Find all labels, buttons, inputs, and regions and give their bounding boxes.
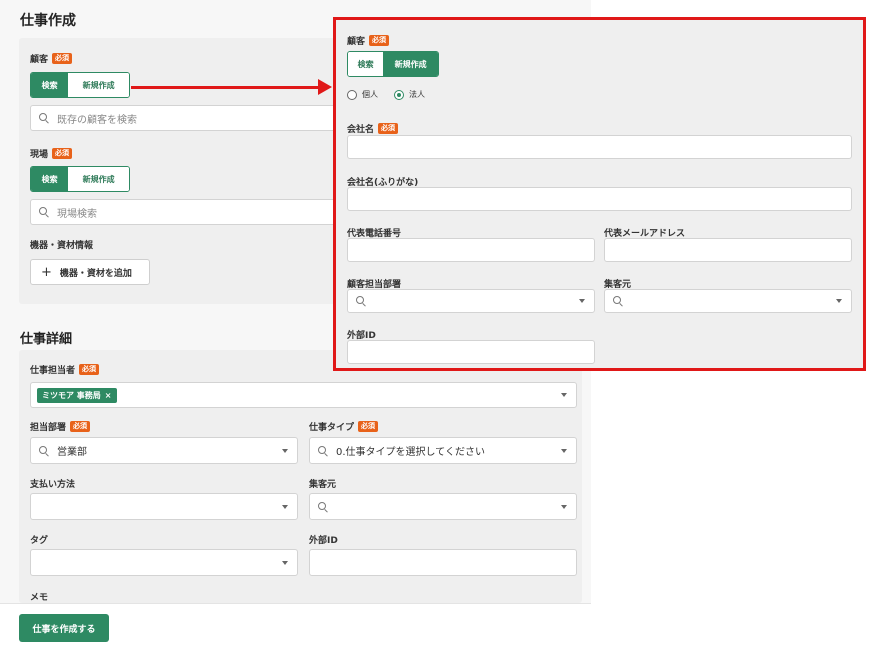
required-badge: 必須	[378, 123, 399, 134]
customer-mode-toggle: 検索 新規作成	[30, 72, 130, 98]
job-type-select[interactable]: 0.仕事タイプを選択してください	[309, 437, 577, 464]
add-equipment-label: 機器・資材を追加	[59, 268, 132, 279]
zoom-customer-label-row: 顧客 必須	[347, 34, 390, 47]
external-id-label: 外部ID	[309, 536, 338, 546]
customer-search-tab[interactable]: 検索	[31, 73, 69, 97]
zoom-external-id-input[interactable]	[347, 340, 595, 364]
customer-label: 顧客	[30, 55, 49, 65]
job-details-title: 仕事詳細	[20, 332, 73, 347]
radio-unchecked-icon[interactable]	[347, 89, 357, 100]
phone-input[interactable]	[347, 238, 595, 262]
radio-corporate-label: 法人	[409, 90, 425, 99]
assignee-chip[interactable]: ミツモア 事務局 ×	[37, 387, 117, 403]
search-icon	[318, 501, 328, 512]
chip-remove-icon[interactable]: ×	[105, 391, 112, 400]
payment-select[interactable]	[30, 493, 298, 520]
department-value: 営業部	[57, 447, 87, 458]
company-kana-input[interactable]	[347, 187, 852, 211]
assignee-label: 仕事担当者	[30, 366, 76, 376]
radio-checked-icon[interactable]	[394, 89, 404, 100]
payment-label: 支払い方法	[30, 480, 76, 490]
search-icon	[318, 445, 328, 456]
callout-arrow-head	[318, 79, 332, 95]
zoom-customer-mode-toggle: 検索 新規作成	[347, 51, 439, 77]
chevron-down-icon[interactable]	[561, 448, 567, 453]
search-icon	[356, 296, 366, 306]
required-badge: 必須	[52, 148, 73, 159]
plus-icon: +	[41, 264, 52, 280]
customer-search-placeholder: 既存の顧客を検索	[57, 114, 137, 126]
add-equipment-button[interactable]: + 機器・資材を追加	[30, 259, 150, 285]
page-title: 仕事作成	[20, 13, 76, 29]
assignee-label-row: 仕事担当者 必須	[30, 363, 100, 376]
chevron-down-icon[interactable]	[836, 299, 842, 303]
radio-individual[interactable]: 個人	[347, 89, 378, 100]
required-badge: 必須	[79, 364, 100, 375]
site-label-row: 現場 必須	[30, 147, 73, 160]
search-icon	[39, 113, 49, 123]
search-icon	[39, 207, 49, 217]
company-name-label-row: 会社名 必須	[347, 122, 399, 135]
required-badge: 必須	[70, 421, 91, 432]
customer-department-select[interactable]	[347, 289, 595, 313]
department-label: 担当部署	[30, 423, 67, 433]
tag-label: タグ	[30, 536, 49, 546]
company-name-input[interactable]	[347, 135, 852, 159]
job-type-value: 0.仕事タイプを選択してください	[336, 447, 485, 458]
zoom-search-tab[interactable]: 検索	[348, 52, 384, 76]
chevron-down-icon[interactable]	[282, 504, 288, 509]
radio-corporate[interactable]: 法人	[394, 89, 425, 100]
department-label-row: 担当部署 必須	[30, 420, 91, 433]
chevron-down-icon[interactable]	[282, 448, 288, 453]
site-search-input[interactable]: 現場検索	[30, 199, 340, 225]
required-badge: 必須	[369, 35, 390, 46]
equipment-label: 機器・資材情報	[30, 241, 94, 251]
external-id-input[interactable]	[309, 549, 577, 576]
acquisition-select[interactable]	[309, 493, 577, 520]
search-icon	[39, 445, 49, 456]
customer-label-row: 顧客 必須	[30, 52, 73, 65]
chevron-down-icon[interactable]	[579, 299, 585, 303]
acquisition-label: 集客元	[309, 480, 337, 490]
callout-arrow-line	[131, 86, 321, 89]
required-badge: 必須	[358, 421, 379, 432]
job-type-label-row: 仕事タイプ 必須	[309, 420, 379, 433]
create-job-button[interactable]: 仕事を作成する	[19, 614, 109, 642]
tag-select[interactable]	[30, 549, 298, 576]
site-new-tab[interactable]: 新規作成	[68, 167, 129, 191]
required-badge: 必須	[52, 53, 73, 64]
email-input[interactable]	[604, 238, 852, 262]
chevron-down-icon[interactable]	[561, 393, 567, 397]
customer-search-input[interactable]: 既存の顧客を検索	[30, 105, 340, 131]
memo-label: メモ	[30, 593, 49, 603]
zoom-callout-panel: 顧客 必須 検索 新規作成 個人 法人 会社名 必須 会社名(ふりがな) 代表電…	[333, 17, 866, 371]
zoom-new-tab[interactable]: 新規作成	[383, 52, 438, 76]
assignee-select[interactable]: ミツモア 事務局 ×	[30, 382, 577, 408]
job-type-label: 仕事タイプ	[309, 423, 355, 433]
site-mode-toggle: 検索 新規作成	[30, 166, 130, 192]
radio-individual-label: 個人	[362, 90, 378, 99]
customer-new-tab[interactable]: 新規作成	[68, 73, 129, 97]
assignee-chip-label: ミツモア 事務局	[42, 390, 101, 400]
chevron-down-icon[interactable]	[282, 560, 288, 565]
department-select[interactable]: 営業部	[30, 437, 298, 464]
zoom-customer-label: 顧客	[347, 37, 366, 47]
site-search-placeholder: 現場検索	[57, 208, 97, 220]
zoom-acquisition-select[interactable]	[604, 289, 852, 313]
chevron-down-icon[interactable]	[561, 504, 567, 509]
site-search-tab[interactable]: 検索	[31, 167, 69, 191]
search-icon	[613, 296, 623, 306]
company-name-label: 会社名	[347, 125, 375, 135]
site-label: 現場	[30, 150, 49, 160]
